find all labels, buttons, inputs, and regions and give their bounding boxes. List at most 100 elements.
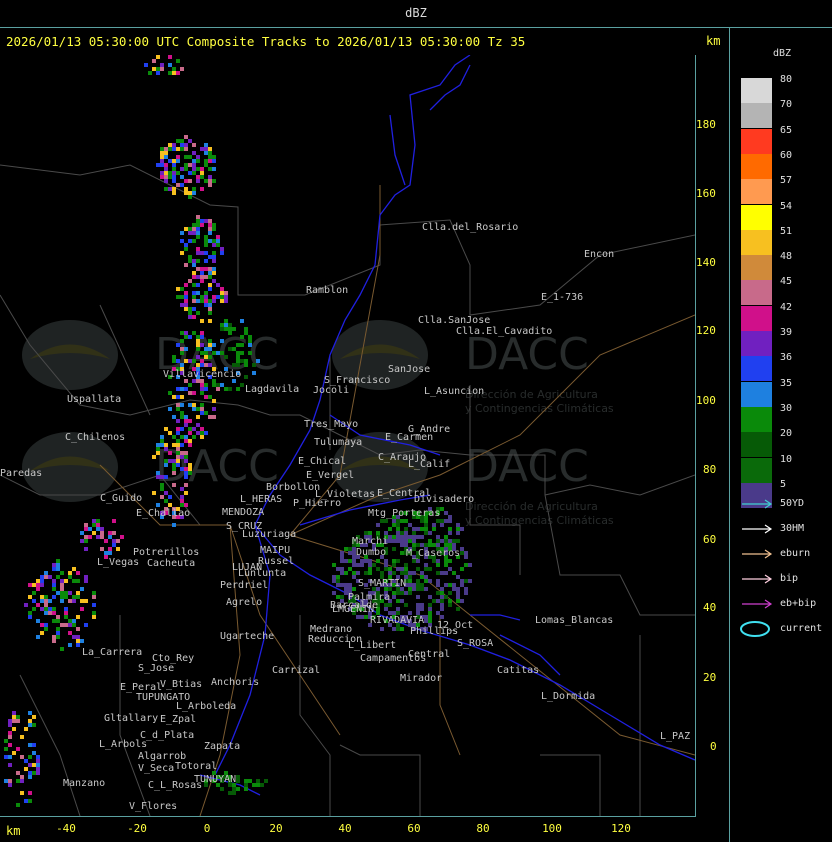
radar-echo-pixel — [212, 407, 216, 411]
radar-echo-pixel — [220, 251, 224, 255]
radar-echo-pixel — [424, 567, 428, 571]
radar-echo-pixel — [100, 527, 104, 531]
radar-echo-pixel — [20, 791, 24, 795]
radar-echo-pixel — [44, 595, 48, 599]
place-label: Villavicencio — [163, 369, 241, 380]
radar-echo-pixel — [212, 271, 216, 275]
radar-echo-pixel — [184, 303, 188, 307]
radar-echo-pixel — [176, 439, 180, 443]
radar-echo-pixel — [236, 351, 240, 355]
radar-echo-pixel — [8, 783, 12, 787]
radar-echo-pixel — [188, 239, 192, 243]
radar-echo-pixel — [172, 167, 176, 171]
place-label: Clla.del_Rosario — [422, 222, 518, 233]
radar-echo-pixel — [204, 275, 208, 279]
radar-echo-pixel — [204, 347, 208, 351]
radar-echo-pixel — [340, 571, 344, 575]
radar-echo-pixel — [348, 583, 352, 587]
place-label: MENDOZA — [222, 507, 264, 518]
radar-echo-pixel — [204, 295, 208, 299]
radar-echo-pixel — [180, 451, 184, 455]
legend-swatch — [741, 280, 772, 306]
radar-echo-pixel — [420, 543, 424, 547]
track-arrow-icon — [742, 549, 773, 559]
radar-echo-pixel — [256, 779, 260, 783]
radar-echo-pixel — [336, 583, 340, 587]
radar-echo-pixel — [388, 535, 392, 539]
radar-echo-pixel — [172, 355, 176, 359]
place-label: Totoral — [175, 761, 217, 772]
radar-echo-pixel — [48, 607, 52, 611]
radar-echo-pixel — [180, 251, 184, 255]
radar-echo-pixel — [92, 519, 96, 523]
radar-echo-pixel — [204, 239, 208, 243]
radar-echo-pixel — [204, 395, 208, 399]
radar-echo-pixel — [256, 783, 260, 787]
track-arrow-icon — [742, 599, 773, 609]
radar-echo-pixel — [176, 427, 180, 431]
radar-echo-pixel — [336, 567, 340, 571]
radar-echo-pixel — [64, 611, 68, 615]
map-canvas[interactable]: DACC DACC Dirección de Agricultura y Con… — [0, 55, 695, 816]
radar-echo-pixel — [196, 339, 200, 343]
radar-echo-pixel — [160, 67, 164, 71]
radar-echo-pixel — [192, 143, 196, 147]
radar-echo-pixel — [412, 535, 416, 539]
radar-echo-pixel — [344, 547, 348, 551]
radar-echo-pixel — [176, 443, 180, 447]
radar-echo-pixel — [8, 779, 12, 783]
radar-echo-pixel — [196, 299, 200, 303]
radar-echo-pixel — [344, 587, 348, 591]
radar-echo-pixel — [16, 803, 20, 807]
radar-echo-pixel — [176, 359, 180, 363]
radar-echo-pixel — [216, 383, 220, 387]
radar-echo-pixel — [36, 755, 40, 759]
radar-echo-pixel — [172, 483, 176, 487]
radar-echo-pixel — [212, 179, 216, 183]
radar-echo-pixel — [228, 331, 232, 335]
radar-echo-pixel — [200, 435, 204, 439]
radar-echo-pixel — [420, 535, 424, 539]
radar-echo-pixel — [220, 787, 224, 791]
radar-echo-pixel — [172, 443, 176, 447]
radar-echo-pixel — [188, 171, 192, 175]
radar-echo-pixel — [412, 531, 416, 535]
place-label: V_Flores — [129, 801, 177, 812]
radar-echo-pixel — [212, 223, 216, 227]
radar-echo-pixel — [160, 147, 164, 151]
radar-echo-pixel — [196, 355, 200, 359]
radar-echo-pixel — [184, 243, 188, 247]
radar-echo-pixel — [184, 307, 188, 311]
radar-echo-pixel — [196, 423, 200, 427]
radar-echo-pixel — [384, 559, 388, 563]
radar-echo-pixel — [432, 523, 436, 527]
legend-label: 42 — [780, 301, 793, 313]
radar-echo-pixel — [236, 343, 240, 347]
radar-echo-pixel — [180, 239, 184, 243]
radar-echo-pixel — [188, 419, 192, 423]
radar-echo-pixel — [76, 615, 80, 619]
radar-echo-pixel — [40, 631, 44, 635]
radar-echo-pixel — [252, 371, 256, 375]
radar-echo-pixel — [420, 571, 424, 575]
radar-echo-pixel — [60, 623, 64, 627]
radar-echo-pixel — [168, 503, 172, 507]
radar-echo-pixel — [116, 547, 120, 551]
radar-echo-pixel — [184, 167, 188, 171]
legend-title: dBZ — [773, 48, 792, 59]
radar-echo-pixel — [168, 407, 172, 411]
radar-echo-pixel — [180, 363, 184, 367]
radar-echo-pixel — [160, 435, 164, 439]
radar-echo-pixel — [212, 255, 216, 259]
radar-echo-pixel — [416, 607, 420, 611]
radar-echo-pixel — [232, 787, 236, 791]
legend-swatch — [741, 305, 772, 331]
radar-echo-pixel — [428, 607, 432, 611]
radar-echo-pixel — [416, 583, 420, 587]
radar-echo-pixel — [60, 599, 64, 603]
radar-echo-pixel — [184, 435, 188, 439]
radar-map[interactable]: DACC DACC Dirección de Agricultura y Con… — [0, 55, 696, 817]
radar-echo-pixel — [32, 771, 36, 775]
legend-label: 10 — [780, 453, 793, 465]
radar-echo-pixel — [204, 411, 208, 415]
